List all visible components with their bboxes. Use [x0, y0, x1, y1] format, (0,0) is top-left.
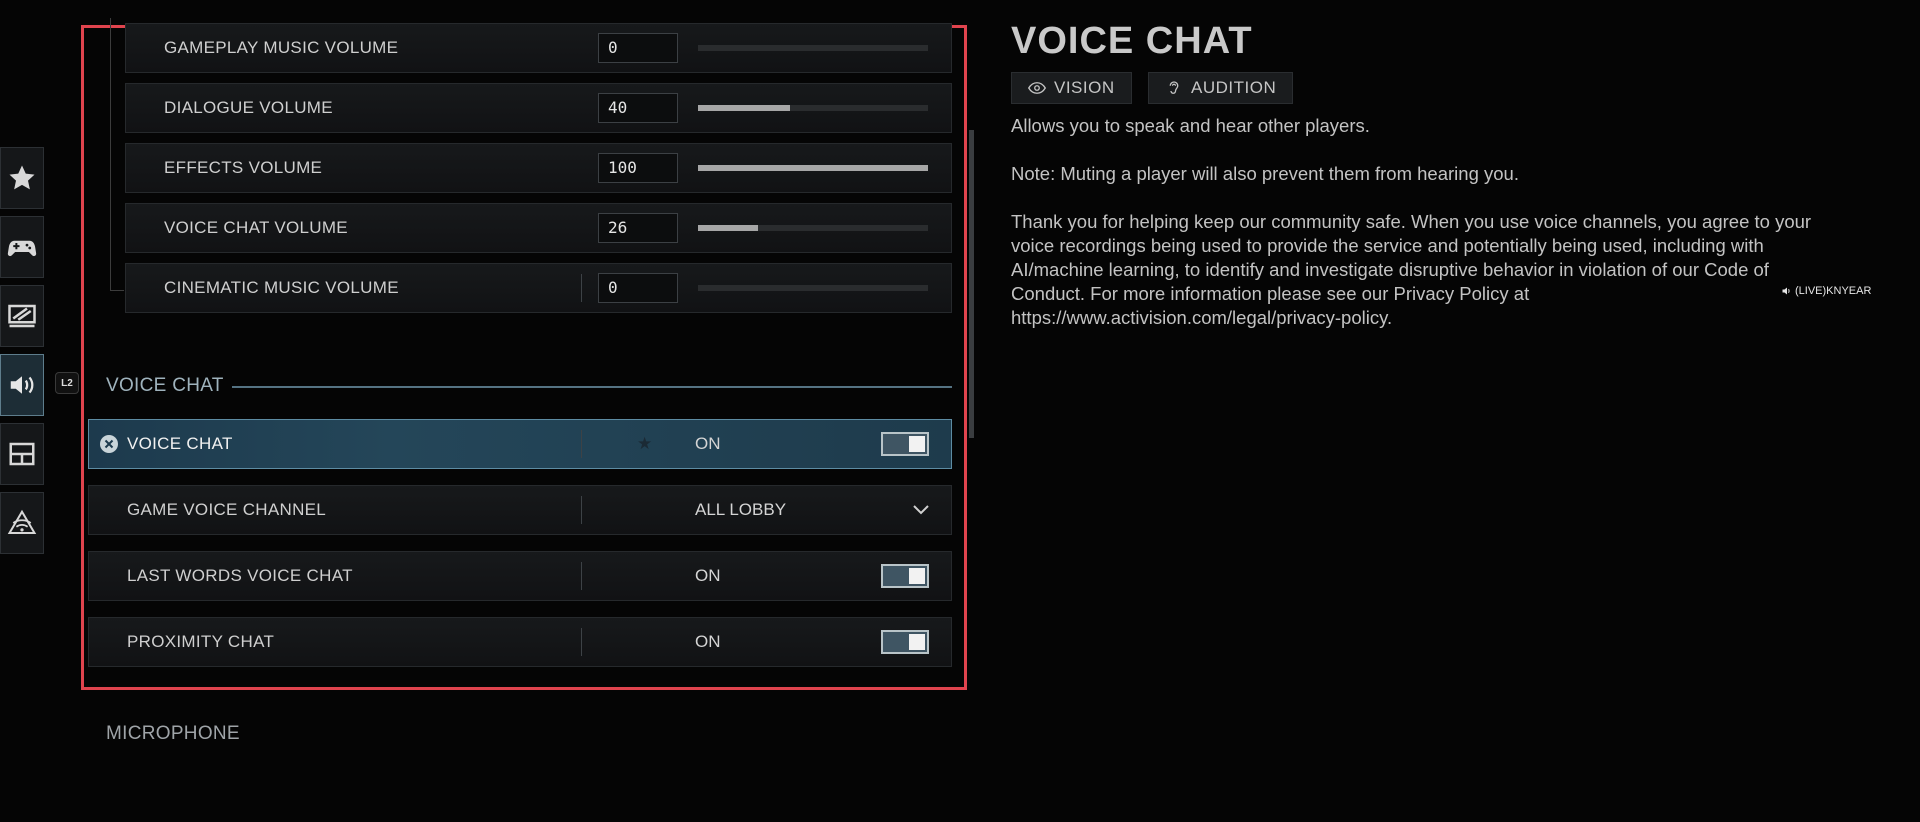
volume-label: GAMEPLAY MUSIC VOLUME [164, 38, 399, 57]
favorite-star-icon[interactable]: ★ [637, 434, 652, 454]
slider-fill [698, 165, 928, 171]
section-header-line [232, 386, 952, 388]
tag-audition: AUDITION [1148, 72, 1294, 104]
info-note: Note: Muting a player will also prevent … [1011, 163, 1519, 184]
close-circle-icon[interactable] [99, 434, 119, 454]
toggle-knob [909, 436, 925, 452]
rail-graphics-button[interactable] [0, 285, 44, 347]
info-privacy-text: Thank you for helping keep our community… [1011, 211, 1812, 328]
setting-label: PROXIMITY CHAT [127, 632, 275, 651]
volume-label: VOICE CHAT VOLUME [164, 218, 348, 237]
ear-icon [1169, 81, 1179, 94]
section-header-voice-chat: VOICE CHAT [106, 375, 224, 396]
info-description: Allows you to speak and hear other playe… [1011, 115, 1370, 136]
setting-value: ON [695, 434, 721, 453]
info-title: VOICE CHAT [1011, 20, 1253, 62]
setting-label: GAME VOICE CHANNEL [127, 500, 327, 519]
setting-value: ON [695, 632, 721, 651]
voice-chat-toggle[interactable] [881, 432, 929, 456]
proximity-chat-row[interactable]: PROXIMITY CHAT ON [88, 617, 952, 667]
volume-slider[interactable] [698, 225, 928, 231]
volume-row[interactable]: GAMEPLAY MUSIC VOLUME 0 [125, 23, 952, 73]
rail-favorites-button[interactable] [0, 147, 44, 209]
row-divider [581, 496, 582, 524]
volume-label: DIALOGUE VOLUME [164, 98, 333, 117]
volume-slider[interactable] [698, 165, 928, 171]
volume-slider[interactable] [698, 105, 928, 111]
game-voice-channel-row[interactable]: GAME VOICE CHANNEL ALL LOBBY [88, 485, 952, 535]
section-header-microphone: MICROPHONE [106, 723, 240, 744]
volume-row[interactable]: EFFECTS VOLUME 100 [125, 143, 952, 193]
gamepad-icon [7, 240, 37, 257]
setting-label: VOICE CHAT [127, 434, 233, 453]
volume-row[interactable]: VOICE CHAT VOLUME 26 [125, 203, 952, 253]
chevron-down-icon[interactable] [911, 500, 931, 520]
volume-value-field[interactable]: 100 [598, 153, 678, 183]
l2-button-prompt: L2 [55, 372, 79, 394]
volume-slider[interactable] [698, 285, 928, 291]
voice-chat-row[interactable]: VOICE CHAT ★ ON [88, 419, 952, 469]
speaker-icon [1782, 287, 1790, 295]
eye-icon [1028, 82, 1046, 94]
proximity-chat-toggle[interactable] [881, 630, 929, 654]
volume-slider[interactable] [698, 45, 928, 51]
speaker-icon [10, 376, 34, 394]
rail-audio-button[interactable] [0, 354, 44, 416]
toggle-knob [909, 634, 925, 650]
last-words-toggle[interactable] [881, 564, 929, 588]
last-words-voice-chat-row[interactable]: LAST WORDS VOICE CHAT ON [88, 551, 952, 601]
display-icon [8, 304, 36, 328]
row-divider [581, 628, 582, 656]
rail-controller-button[interactable] [0, 216, 44, 278]
stream-watermark: (LIVE)KNYEAR [1781, 285, 1871, 297]
volume-value-field[interactable]: 0 [598, 273, 678, 303]
row-divider [581, 430, 582, 458]
slider-fill [698, 105, 790, 111]
row-divider [581, 274, 582, 302]
rail-network-button[interactable] [0, 492, 44, 554]
setting-value: ALL LOBBY [695, 500, 787, 519]
slider-fill [698, 225, 758, 231]
watermark-text: (LIVE)KNYEAR [1795, 285, 1872, 297]
tag-vision: VISION [1011, 72, 1132, 104]
setting-label: LAST WORDS VOICE CHAT [127, 566, 353, 585]
volume-value-field[interactable]: 40 [598, 93, 678, 123]
network-icon [7, 509, 37, 534]
scrollbar[interactable] [969, 130, 974, 438]
toggle-knob [909, 568, 925, 584]
layout-icon [9, 442, 35, 466]
volume-row[interactable]: DIALOGUE VOLUME 40 [125, 83, 952, 133]
volume-value-field[interactable]: 26 [598, 213, 678, 243]
rail-interface-button[interactable] [0, 423, 44, 485]
tag-label: AUDITION [1191, 78, 1277, 97]
tree-connector-end [110, 290, 124, 291]
star-icon [9, 165, 35, 190]
tag-label: VISION [1054, 78, 1115, 97]
volume-value-field[interactable]: 0 [598, 33, 678, 63]
row-divider [581, 562, 582, 590]
volume-label: CINEMATIC MUSIC VOLUME [164, 278, 399, 297]
volume-label: EFFECTS VOLUME [164, 158, 323, 177]
volume-row[interactable]: CINEMATIC MUSIC VOLUME 0 [125, 263, 952, 313]
tree-connector [110, 18, 111, 290]
setting-value: ON [695, 566, 721, 585]
